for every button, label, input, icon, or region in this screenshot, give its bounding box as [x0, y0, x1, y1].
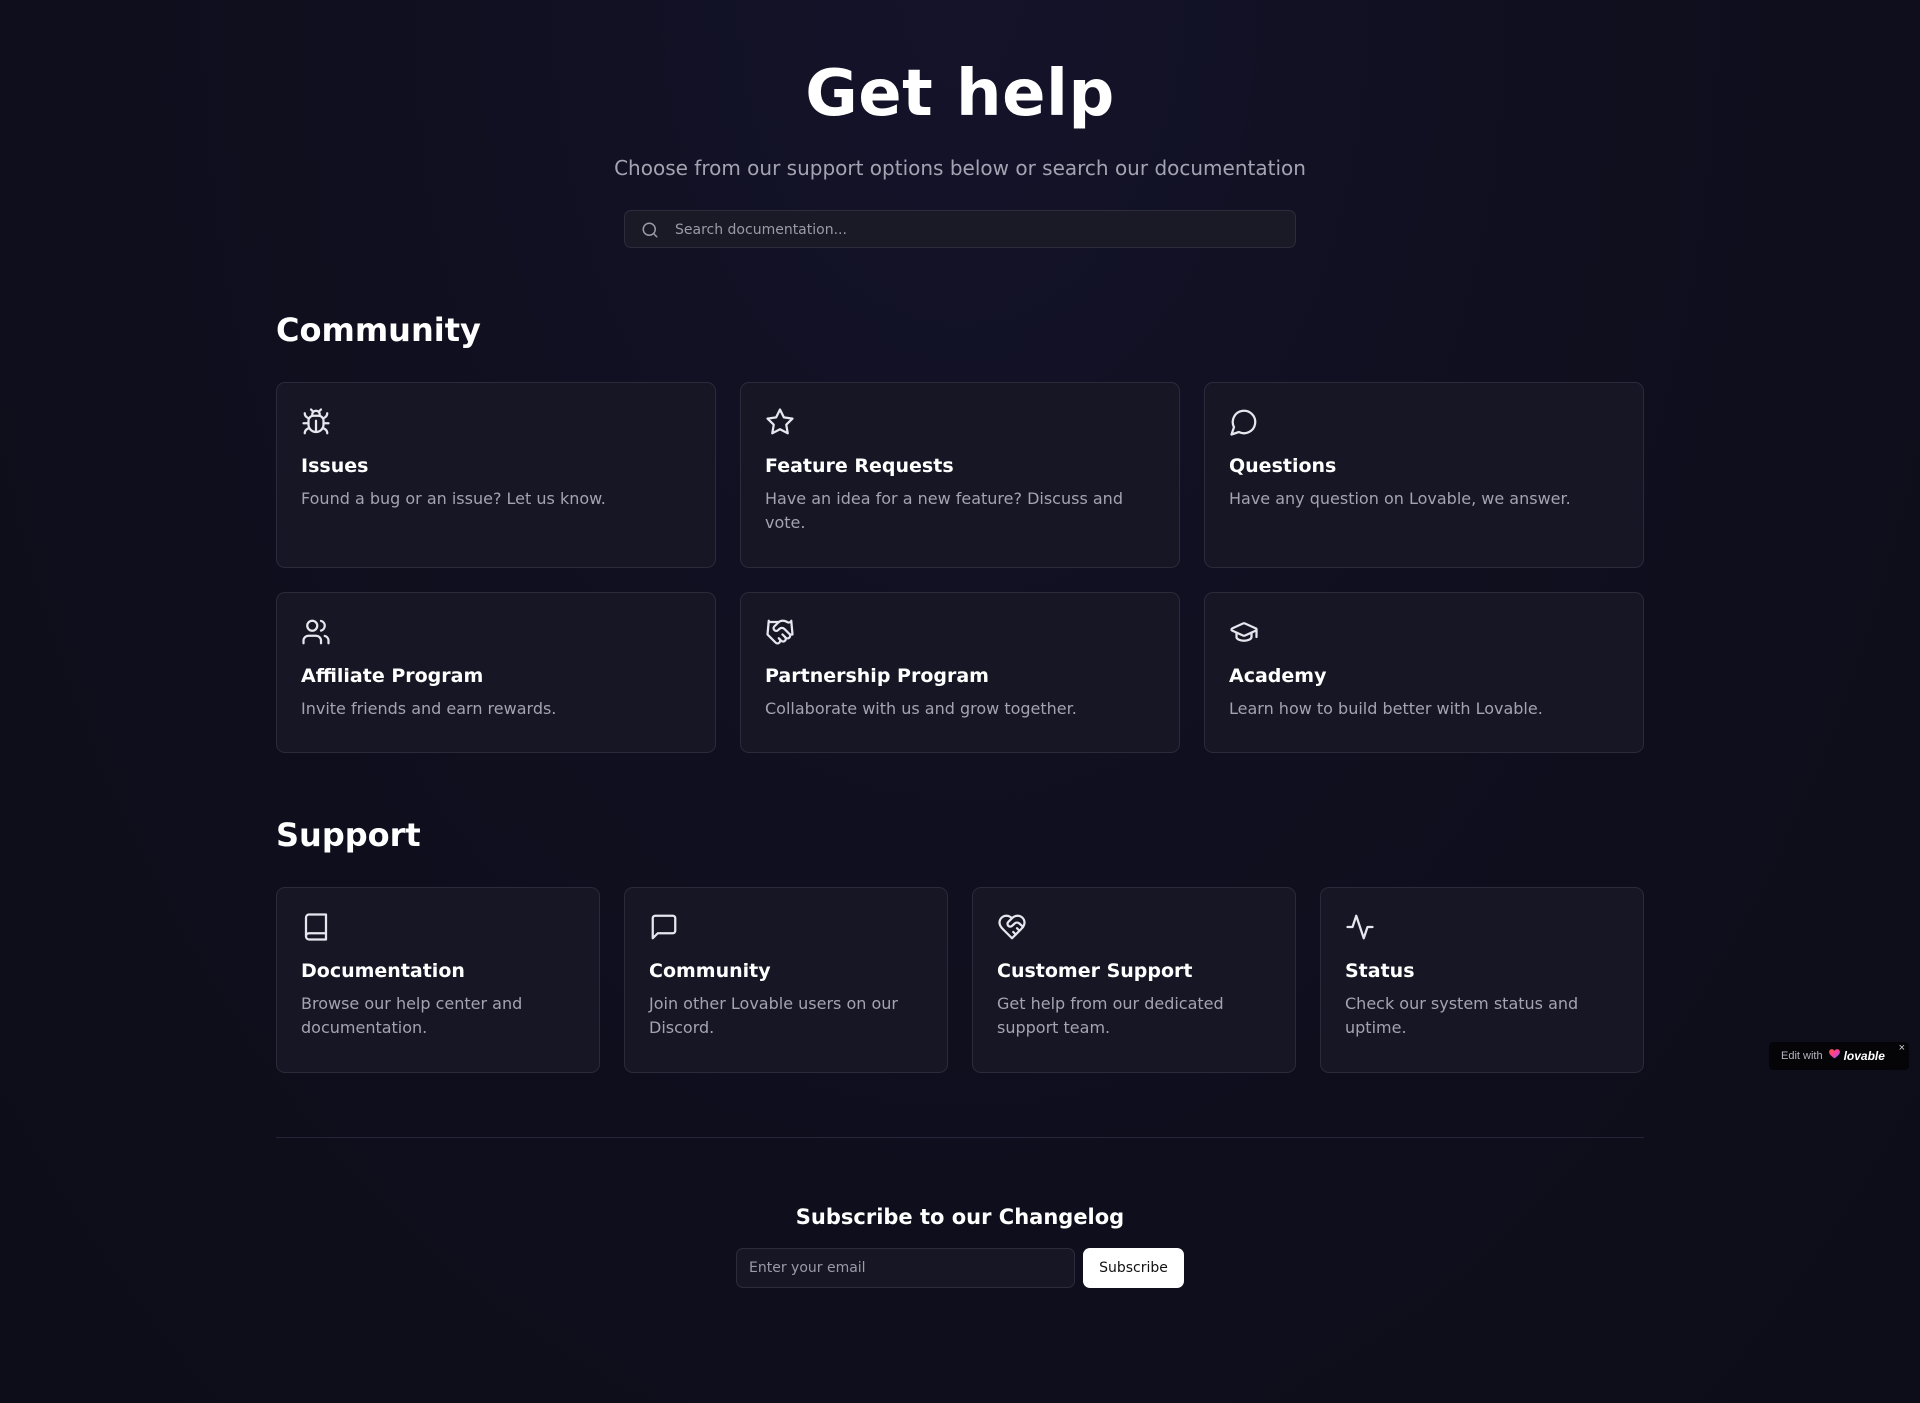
search-input[interactable]	[673, 211, 1277, 249]
card-title: Partnership Program	[765, 665, 989, 687]
bug-icon	[301, 407, 331, 437]
card-description: Found a bug or an issue? Let us know.	[301, 489, 606, 508]
star-icon	[765, 407, 795, 437]
badge-brand: lovable	[1843, 1049, 1885, 1063]
community-section-title: Community	[276, 311, 481, 349]
card-status[interactable]: Status Check our system status and uptim…	[1320, 887, 1644, 1073]
book-icon	[301, 912, 331, 942]
support-grid: Documentation Browse our help center and…	[276, 887, 1644, 1073]
edit-with-lovable-badge[interactable]: Edit with lovable ×	[1769, 1042, 1909, 1070]
heart-icon	[1828, 1047, 1841, 1065]
search-icon	[641, 221, 659, 239]
hero-section: Get help Choose from our support options…	[276, 0, 1644, 249]
subscribe-title: Subscribe to our Changelog	[795, 1205, 1125, 1229]
card-description: Have any question on Lovable, we answer.	[1229, 489, 1571, 508]
help-page: Get help Choose from our support options…	[276, 0, 1644, 1288]
card-feature-requests[interactable]: Feature Requests Have an idea for a new …	[740, 382, 1180, 568]
handshake-icon	[765, 617, 795, 647]
card-academy[interactable]: Academy Learn how to build better with L…	[1204, 592, 1644, 753]
close-icon[interactable]: ×	[1899, 1042, 1905, 1054]
card-description: Join other Lovable users on our Discord.	[649, 994, 898, 1037]
message-square-icon	[649, 912, 679, 942]
card-title: Academy	[1229, 665, 1327, 687]
card-issues[interactable]: Issues Found a bug or an issue? Let us k…	[276, 382, 716, 568]
badge-prefix: Edit with	[1781, 1050, 1823, 1062]
card-description: Collaborate with us and grow together.	[765, 699, 1077, 718]
card-title: Feature Requests	[765, 455, 954, 477]
card-partnership-program[interactable]: Partnership Program Collaborate with us …	[740, 592, 1180, 753]
card-title: Community	[649, 960, 771, 982]
heart-handshake-icon	[997, 912, 1027, 942]
card-title: Status	[1345, 960, 1415, 982]
card-title: Customer Support	[997, 960, 1193, 982]
card-community[interactable]: Community Join other Lovable users on ou…	[624, 887, 948, 1073]
card-title: Questions	[1229, 455, 1337, 477]
card-customer-support[interactable]: Customer Support Get help from our dedic…	[972, 887, 1296, 1073]
card-description: Get help from our dedicated support team…	[997, 994, 1224, 1037]
subscribe-section: Subscribe to our Changelog Subscribe	[276, 1138, 1644, 1288]
card-title: Affiliate Program	[301, 665, 484, 687]
card-questions[interactable]: Questions Have any question on Lovable, …	[1204, 382, 1644, 568]
subscribe-form: Subscribe	[276, 1248, 1644, 1288]
page-title: Get help	[805, 57, 1115, 131]
community-grid: Issues Found a bug or an issue? Let us k…	[276, 382, 1644, 753]
users-icon	[301, 617, 331, 647]
email-field[interactable]	[736, 1248, 1075, 1288]
card-title: Documentation	[301, 960, 465, 982]
card-description: Invite friends and earn rewards.	[301, 699, 557, 718]
message-circle-icon	[1229, 407, 1259, 437]
card-description: Browse our help center and documentation…	[301, 994, 523, 1037]
card-documentation[interactable]: Documentation Browse our help center and…	[276, 887, 600, 1073]
page-subtitle: Choose from our support options below or…	[614, 156, 1306, 180]
subscribe-button[interactable]: Subscribe	[1083, 1248, 1184, 1288]
card-description: Have an idea for a new feature? Discuss …	[765, 489, 1123, 532]
card-description: Learn how to build better with Lovable.	[1229, 699, 1543, 718]
support-section-title: Support	[276, 816, 421, 854]
card-title: Issues	[301, 455, 369, 477]
card-affiliate-program[interactable]: Affiliate Program Invite friends and ear…	[276, 592, 716, 753]
graduation-cap-icon	[1229, 617, 1259, 647]
activity-icon	[1345, 912, 1375, 942]
search-box[interactable]	[624, 210, 1296, 249]
card-description: Check our system status and uptime.	[1345, 994, 1579, 1037]
